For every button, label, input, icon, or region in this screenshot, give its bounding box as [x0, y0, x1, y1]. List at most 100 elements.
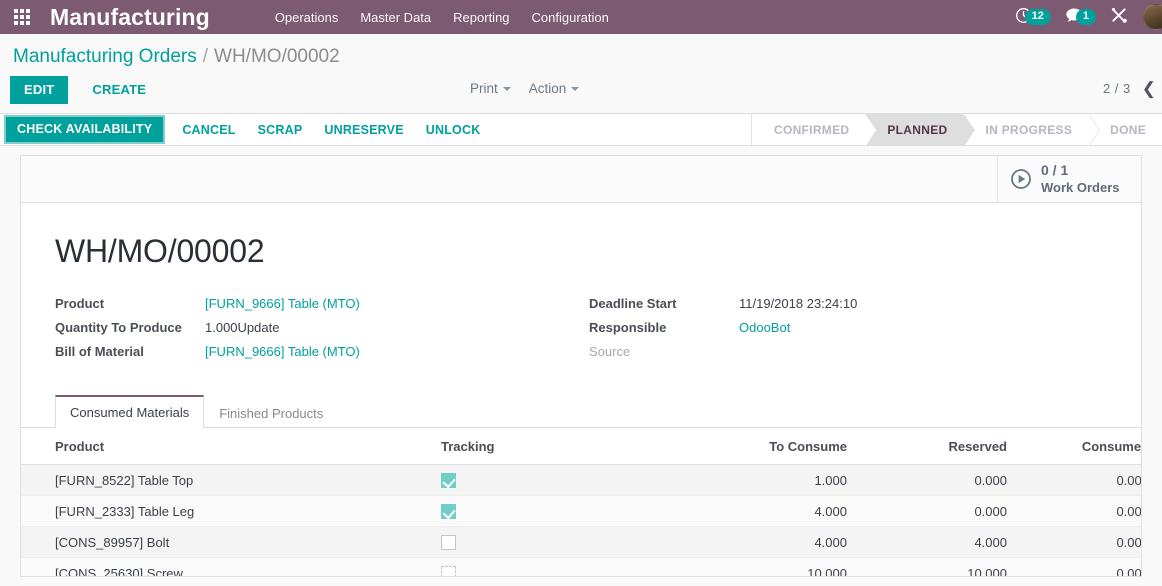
cell-reserved: 4.000 — [855, 526, 1015, 559]
page-title: WH/MO/00002 — [55, 233, 265, 269]
cell-product: [CONS_89957] Bolt — [21, 526, 433, 559]
cancel-button[interactable]: CANCEL — [171, 118, 246, 142]
menu-item-reporting[interactable]: Reporting — [442, 4, 520, 31]
form-column-left: Product [FURN_9666] Table (MTO) Quantity… — [55, 296, 581, 368]
cell-tracking[interactable] — [433, 557, 695, 576]
cell-product: [FURN_2333] Table Leg — [21, 495, 433, 528]
field-quantity-value: 1.000 — [205, 320, 238, 335]
chevron-down-icon — [502, 87, 511, 92]
tab-consumed-materials[interactable]: Consumed Materials — [55, 395, 205, 428]
systray: 12 1 — [1008, 0, 1162, 34]
field-product-label: Product — [55, 296, 105, 311]
apps-grid-icon — [14, 9, 30, 25]
cell-tracking[interactable] — [433, 526, 695, 559]
work-orders-label: Work Orders — [1041, 179, 1120, 195]
unreserve-button[interactable]: UNRESERVE — [313, 118, 414, 142]
chevron-down-icon — [571, 87, 580, 92]
column-header-product[interactable]: Product — [21, 428, 433, 465]
wrench-screwdriver-icon — [1110, 6, 1129, 28]
status-step-planned[interactable]: PLANNED — [865, 114, 976, 147]
field-product-value[interactable]: [FURN_9666] Table (MTO) — [205, 296, 360, 311]
create-button[interactable]: CREATE — [79, 76, 159, 104]
cell-to-consume: 4.000 — [695, 526, 855, 559]
check-availability-button[interactable]: CHECK AVAILABILITY — [6, 117, 164, 142]
cell-consumed: 0.000 — [1015, 557, 1141, 576]
breadcrumb-current: WH/MO/00002 — [214, 46, 340, 67]
menu-item-operations[interactable]: Operations — [264, 4, 350, 31]
form-sheet-wrapper: 0 / 1 Work Orders WH/MO/00002 Product [F… — [0, 146, 1162, 577]
menu-item-master-data[interactable]: Master Data — [349, 4, 442, 31]
field-bom-row: Bill of Material [FURN_9666] Table (MTO) — [55, 344, 581, 359]
cell-consumed: 0.000 — [1015, 464, 1141, 497]
messaging-counter-badge: 1 — [1075, 9, 1096, 25]
field-responsible-value[interactable]: OdooBot — [739, 320, 790, 335]
form-column-right: Deadline Start 11/19/2018 23:24:10 Respo… — [581, 296, 1107, 368]
print-dropdown-label: Print — [470, 81, 498, 96]
update-quantity-link[interactable]: Update — [238, 320, 280, 335]
work-orders-stat-button[interactable]: 0 / 1 Work Orders — [997, 156, 1141, 202]
top-navbar: Manufacturing Operations Master Data Rep… — [0, 0, 1162, 34]
work-orders-count: 0 / 1 — [1041, 162, 1069, 179]
field-deadline-label: Deadline Start — [589, 296, 677, 311]
activity-counter-badge: 12 — [1024, 9, 1051, 25]
cell-product: [CONS_25630] Screw — [21, 557, 433, 576]
debug-menu-button[interactable] — [1103, 6, 1136, 28]
table-row[interactable]: [CONS_89957] Bolt 4.000 4.000 0.000 — [21, 526, 1141, 559]
activity-menu-button[interactable]: 12 — [1008, 7, 1058, 27]
pager-counter: 2 / 3 — [1102, 81, 1131, 96]
table-row[interactable]: [FURN_8522] Table Top 1.000 0.000 0.000 — [21, 464, 1141, 497]
status-step-in-progress[interactable]: IN PROGRESS — [963, 114, 1100, 147]
main-menu-bar: Operations Master Data Reporting Configu… — [264, 4, 620, 31]
column-header-to-consume[interactable]: To Consume — [695, 428, 855, 465]
statusbar-buttons: CHECK AVAILABILITY CANCEL SCRAP UNRESERV… — [0, 114, 491, 145]
pager: 2 / 3 ❮ — [1102, 80, 1156, 97]
pager-previous-button[interactable]: ❮ — [1142, 80, 1156, 97]
notebook-tabs: Consumed Materials Finished Products — [21, 394, 1141, 428]
action-dropdown-label: Action — [528, 81, 567, 96]
tracking-checkbox-icon[interactable] — [441, 535, 456, 551]
breadcrumb-root-link[interactable]: Manufacturing Orders — [13, 46, 197, 68]
field-bom-label: Bill of Material — [55, 344, 144, 359]
unlock-button[interactable]: UNLOCK — [415, 118, 492, 142]
edit-button[interactable]: EDIT — [10, 76, 69, 104]
statusbar: CHECK AVAILABILITY CANCEL SCRAP UNRESERV… — [0, 113, 1162, 147]
form-columns: Product [FURN_9666] Table (MTO) Quantity… — [55, 296, 1107, 368]
form-sheet: 0 / 1 Work Orders WH/MO/00002 Product [F… — [20, 155, 1142, 577]
action-dropdown[interactable]: Action — [529, 81, 580, 96]
status-pipeline: CONFIRMED PLANNED IN PROGRESS DONE — [750, 114, 1162, 147]
consumed-materials-table: Product Tracking To Consume Reserved Con… — [21, 428, 1141, 576]
scrap-button[interactable]: SCRAP — [247, 118, 314, 142]
field-source-label: Source — [589, 344, 631, 359]
cell-tracking[interactable] — [433, 464, 695, 497]
field-quantity-label: Quantity To Produce — [55, 320, 182, 335]
print-dropdown[interactable]: Print — [470, 81, 511, 96]
column-header-reserved[interactable]: Reserved — [855, 428, 1015, 465]
cell-to-consume: 1.000 — [695, 464, 855, 497]
cell-to-consume: 10.000 — [695, 557, 855, 576]
menu-item-configuration[interactable]: Configuration — [521, 4, 620, 31]
tracking-checkbox-icon[interactable] — [441, 473, 456, 489]
field-bom-value[interactable]: [FURN_9666] Table (MTO) — [205, 344, 360, 359]
user-menu-button[interactable] — [1136, 4, 1162, 30]
tracking-checkbox-icon[interactable] — [441, 566, 456, 576]
field-deadline-row: Deadline Start 11/19/2018 23:24:10 — [589, 296, 1107, 311]
app-brand-title[interactable]: Manufacturing — [50, 4, 210, 31]
table-header-row: Product Tracking To Consume Reserved Con… — [21, 428, 1141, 465]
messaging-menu-button[interactable]: 1 — [1058, 7, 1103, 27]
play-circle-icon — [1010, 168, 1032, 190]
field-responsible-label: Responsible — [589, 320, 667, 335]
apps-menu-button[interactable] — [0, 0, 34, 34]
column-header-consumed[interactable]: Consumed — [1015, 428, 1141, 465]
table-row[interactable]: [FURN_2333] Table Leg 4.000 0.000 0.000 — [21, 495, 1141, 528]
tab-finished-products[interactable]: Finished Products — [204, 397, 338, 428]
cell-tracking[interactable] — [433, 495, 695, 528]
status-step-confirmed[interactable]: CONFIRMED — [751, 114, 878, 147]
notebook: Consumed Materials Finished Products Pro… — [21, 394, 1141, 576]
table-body: [FURN_8522] Table Top 1.000 0.000 0.000 … — [21, 464, 1141, 576]
field-source-row: Source — [589, 344, 1107, 359]
table-row[interactable]: [CONS_25630] Screw 10.000 10.000 0.000 — [21, 557, 1141, 576]
column-header-tracking[interactable]: Tracking — [433, 428, 695, 465]
tracking-checkbox-icon[interactable] — [441, 504, 456, 520]
stat-button-box: 0 / 1 Work Orders — [21, 156, 1141, 203]
cell-reserved: 0.000 — [855, 495, 1015, 528]
